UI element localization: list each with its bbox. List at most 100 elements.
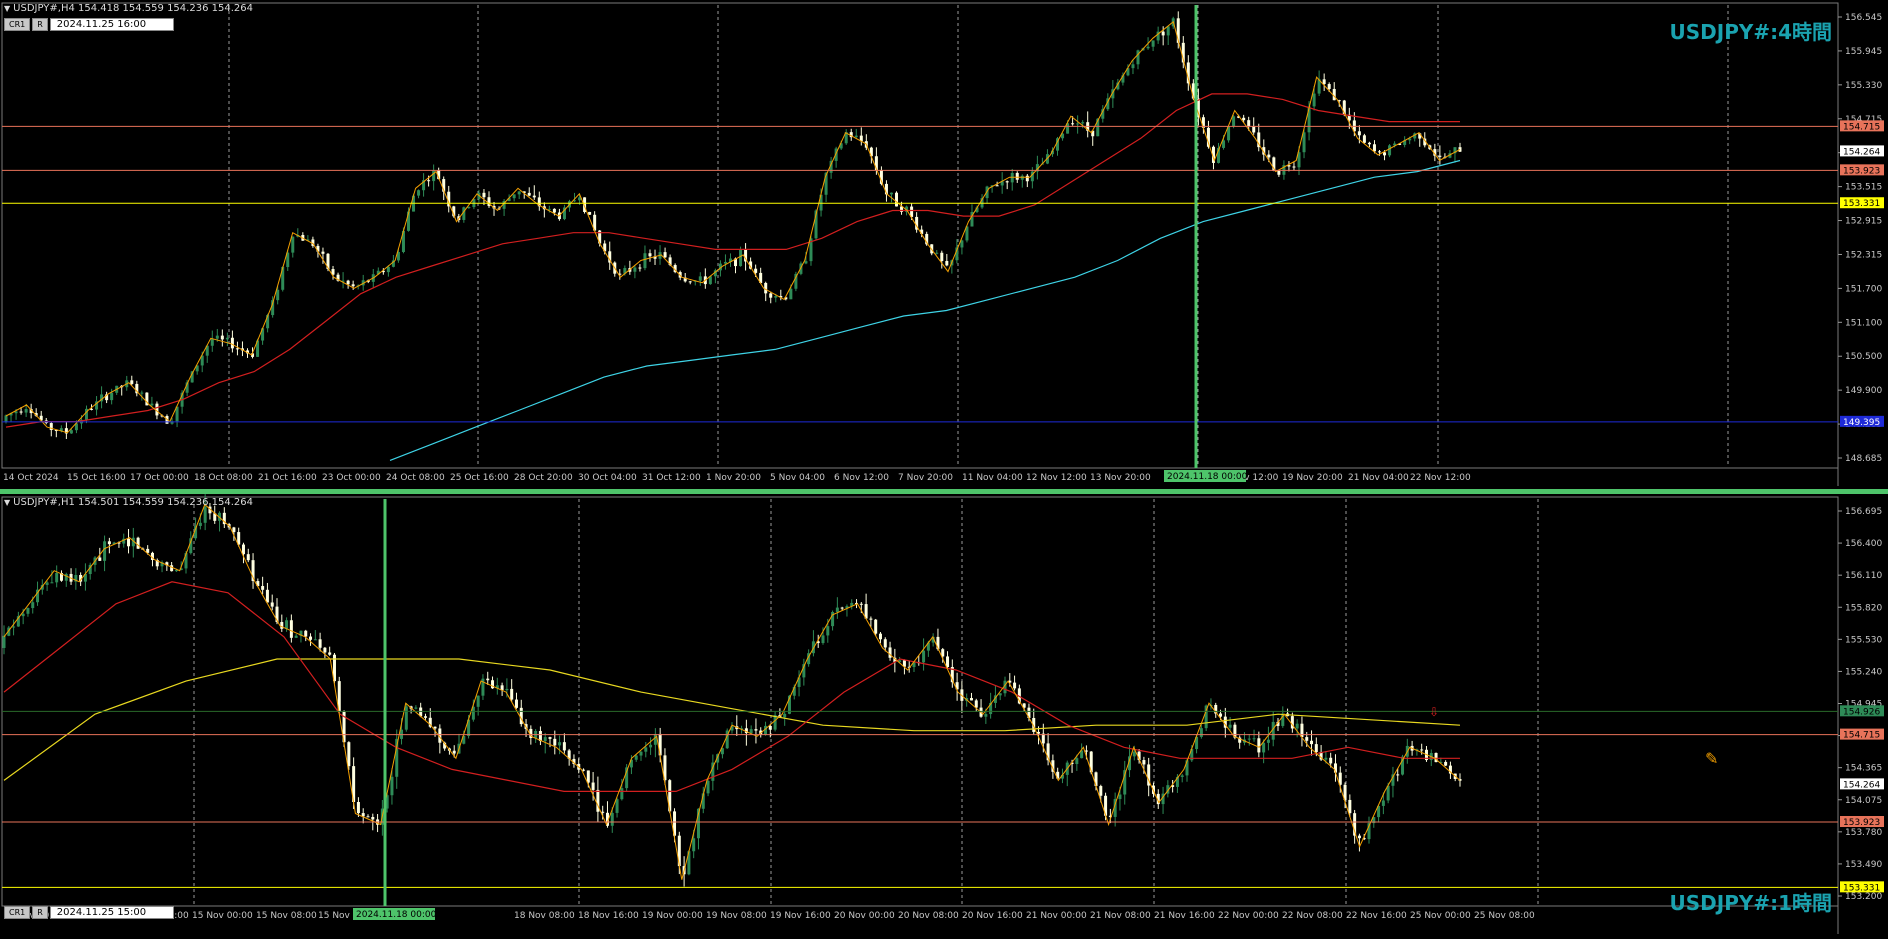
candle-body [821, 635, 825, 644]
candle-body [1161, 31, 1165, 36]
candle-body [241, 544, 245, 555]
candle-body [55, 572, 59, 583]
candle-body [935, 252, 939, 254]
x-tick-label: 21 Nov 16:00 [1154, 911, 1215, 921]
x-tick-label: 21 Nov 04:00 [1348, 473, 1409, 483]
candle-body [644, 747, 648, 752]
candle-body [1267, 154, 1271, 158]
collapse-triangle-icon[interactable]: ▼ [4, 498, 10, 507]
candle-body [318, 639, 322, 648]
candle-body [1228, 724, 1232, 728]
crosshair-button[interactable]: CR1 [4, 906, 31, 919]
candle-body [754, 729, 758, 731]
candle-body [210, 338, 214, 346]
candle-body [548, 737, 552, 739]
candle-body [826, 626, 830, 636]
candle-body [984, 714, 988, 717]
candle-body [648, 253, 652, 257]
candle-body [107, 541, 111, 545]
candle-body [586, 770, 590, 783]
candle-body [1327, 84, 1331, 89]
candle-body [552, 208, 556, 213]
candle-body [103, 541, 107, 561]
x-tick-label: 25 Nov 08:00 [1474, 911, 1535, 921]
h1-chart-header: ▼ USDJPY#,H1 154.501 154.559 154.236 154.… [4, 497, 253, 508]
candle-body [1277, 170, 1281, 175]
ma-fast-line [3, 581, 1460, 792]
candle-body [1257, 738, 1261, 753]
x-tick-label: 5 Nov 04:00 [770, 473, 825, 483]
candle-body [1081, 122, 1085, 124]
candle-body [1312, 93, 1316, 107]
x-tick-label: 20 Nov 08:00 [898, 911, 959, 921]
candle-body [19, 411, 23, 413]
candle-body [1252, 738, 1256, 740]
candle-body [723, 261, 727, 264]
y-tick-label: 156.110 [1845, 571, 1882, 581]
candle-body [505, 688, 509, 691]
candle-body [1075, 758, 1079, 765]
candle-body [527, 192, 531, 196]
h4-chart-pane[interactable]: 156.545155.945155.330154.715154.130153.5… [0, 0, 1888, 489]
candle-body [423, 716, 427, 718]
candle-body [1295, 723, 1299, 729]
candle-body [356, 802, 360, 814]
crosshair-button[interactable]: CR1 [4, 18, 31, 31]
candle-body [1247, 738, 1251, 740]
x-tick-label: 20 Nov 00:00 [834, 911, 895, 921]
collapse-triangle-icon[interactable]: ▼ [4, 4, 10, 13]
candle-body [1151, 40, 1155, 47]
h1-watermark: USDJPY#:1時間 [1669, 891, 1833, 915]
x-tick-label: 6 Nov 12:00 [834, 473, 889, 483]
candle-body [361, 813, 365, 817]
date-input[interactable]: 2024.11.25 16:00 [49, 18, 174, 31]
candle-body [610, 812, 614, 826]
candle-body [150, 403, 154, 406]
candle-body [769, 293, 773, 298]
date-input[interactable]: 2024.11.25 15:00 [49, 906, 174, 919]
x-tick-label: 31 Oct 12:00 [642, 473, 701, 483]
x-tick-label: 22 Nov 16:00 [1346, 911, 1407, 921]
candle-body [946, 656, 950, 668]
candle-body [220, 335, 224, 340]
candle-body [1444, 761, 1448, 766]
x-tick-label: 7 Nov 20:00 [898, 473, 953, 483]
x-tick-label: 1 Nov 20:00 [706, 473, 761, 483]
candle-body [517, 191, 521, 195]
candle-body [969, 698, 973, 701]
h4-chart-svg[interactable]: 156.545155.945155.330154.715154.130153.5… [0, 0, 1888, 489]
x-tick-label: 15 Oct 16:00 [67, 473, 126, 483]
candle-body [754, 268, 758, 273]
y-tick-label: 154.075 [1845, 796, 1882, 806]
reset-button[interactable]: R [32, 18, 48, 31]
candle-body [225, 337, 229, 340]
plot-frame [1, 2, 1839, 469]
h1-chart-svg[interactable]: 156.695 156.400 156.110 155.820 155.530 155.2… [0, 494, 1888, 939]
price-level-label: 153.923 [1843, 166, 1880, 176]
y-tick-label: 156.695 [1845, 507, 1882, 517]
ma-slow-line [389, 159, 1461, 461]
candle-body [649, 744, 653, 748]
candle-body [1242, 117, 1246, 121]
candle-body [995, 185, 999, 187]
cursor-time-label: 2024.11.18 00:00 [356, 910, 437, 920]
candle-body [127, 538, 131, 547]
candles-group [2, 494, 1462, 887]
y-tick-label: 153.515 [1845, 183, 1882, 193]
candle-body [294, 635, 298, 638]
candle-body [321, 251, 325, 254]
zigzag-line [5, 20, 1461, 434]
reset-button[interactable]: R [32, 906, 48, 919]
candle-body [974, 700, 978, 708]
candle-body [140, 392, 144, 394]
x-tick-label: 18 Nov 16:00 [578, 911, 639, 921]
candle-body [643, 253, 647, 269]
candle-body [346, 280, 350, 285]
h1-ohlc-readout: USDJPY#,H1 154.501 154.559 154.236 154.2… [13, 497, 253, 508]
candle-body [427, 180, 431, 182]
h4-controls: CR1 R 2024.11.25 16:00 [4, 18, 174, 31]
h1-controls: CR1 R 2024.11.25 15:00 [4, 906, 174, 919]
candle-body [1372, 144, 1376, 152]
candle-body [1013, 682, 1017, 689]
h1-chart-pane[interactable]: 156.695 156.400 156.110 155.820 155.530 155.2… [0, 494, 1888, 939]
